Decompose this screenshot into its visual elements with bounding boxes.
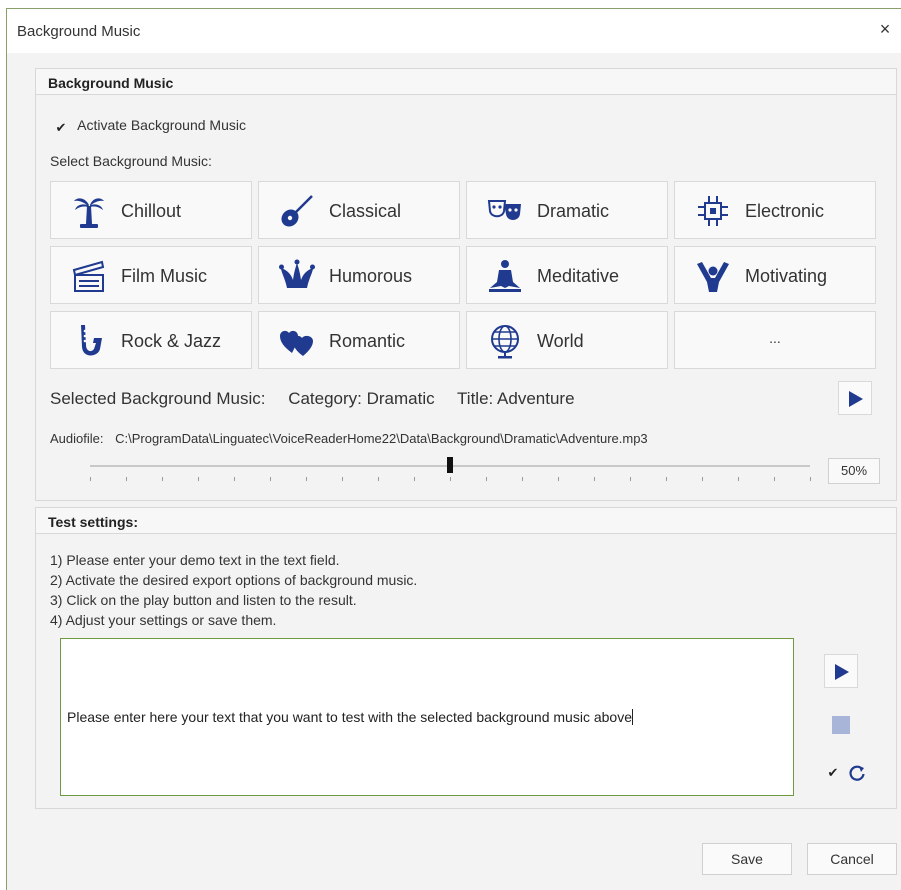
test-stop-button[interactable] (824, 708, 858, 742)
loop-checkbox[interactable]: ✔ (826, 766, 840, 780)
guitar-icon (281, 195, 313, 227)
slider-tick (90, 477, 91, 481)
more-label: ... (769, 330, 781, 346)
demo-text-value: Please enter here your text that you wan… (67, 709, 632, 725)
slider-tick (774, 477, 775, 481)
window-title: Background Music (17, 23, 141, 40)
selected-category: Category: Dramatic (288, 389, 435, 408)
jester-hat-icon (279, 259, 315, 288)
close-icon[interactable]: × (873, 17, 897, 41)
selected-title: Title: Adventure (457, 389, 575, 408)
category-humorous-button[interactable]: Humorous (258, 246, 460, 304)
text-caret (632, 709, 633, 725)
instruction-step: 2) Activate the desired export options o… (50, 572, 418, 588)
play-icon (835, 664, 849, 680)
category-film-music-button[interactable]: Film Music (50, 246, 252, 304)
clapperboard-icon (72, 260, 105, 292)
slider-tick (270, 477, 271, 481)
slider-tick (342, 477, 343, 481)
slider-tick (810, 477, 811, 481)
category-label: Motivating (745, 266, 828, 286)
meditation-icon (489, 260, 521, 292)
slider-tick (702, 477, 703, 481)
play-icon (849, 391, 863, 407)
repeat-icon[interactable] (848, 764, 866, 782)
category-label: Film Music (121, 266, 207, 286)
slider-tick (306, 477, 307, 481)
check-icon: ✔ (55, 120, 67, 135)
slider-tick (198, 477, 199, 481)
select-music-label: Select Background Music: (50, 153, 212, 169)
test-play-button[interactable] (824, 654, 858, 688)
slider-tick (378, 477, 379, 481)
category-label: Meditative (537, 266, 620, 286)
demo-text-field[interactable]: Please enter here your text that you wan… (60, 638, 794, 796)
category-label: Classical (329, 201, 402, 221)
category-meditative-button[interactable]: Meditative (466, 246, 668, 304)
category-grid: Chillout Classical Dramatic Electronic F… (50, 181, 880, 371)
palm-tree-icon (74, 198, 104, 228)
category-label: World (537, 331, 584, 351)
slider-tick (234, 477, 235, 481)
background-music-header: Background Music (36, 69, 896, 95)
category-label: Chillout (121, 201, 182, 221)
test-settings-group: Test settings: 1) Please enter your demo… (35, 507, 897, 809)
audiofile-label: Audiofile: (50, 431, 104, 446)
demo-text-content: Please enter here your text that you wan… (67, 709, 633, 725)
category-label: Romantic (329, 331, 406, 351)
globe-icon (491, 325, 519, 359)
instruction-step: 3) Click on the play button and listen t… (50, 592, 357, 608)
slider-tick (558, 477, 559, 481)
category-label: Electronic (745, 201, 825, 221)
category-label: Dramatic (537, 201, 610, 221)
stop-icon (832, 716, 850, 734)
slider-tick (126, 477, 127, 481)
dialog-window: Background Music × Background Music ✔ Ac… (6, 8, 901, 890)
category-electronic-button[interactable]: Electronic (674, 181, 876, 239)
audiofile-info: Audiofile: C:\ProgramData\Linguatec\Voic… (50, 431, 648, 446)
instruction-step: 4) Adjust your settings or save them. (50, 612, 277, 628)
slider-tick (162, 477, 163, 481)
audiofile-path: C:\ProgramData\Linguatec\VoiceReaderHome… (115, 431, 648, 446)
category-rock-jazz-button[interactable]: Rock & Jazz (50, 311, 252, 369)
circuit-chip-icon (698, 196, 728, 226)
loop-option: ✔ (826, 764, 866, 782)
category-label: Rock & Jazz (121, 331, 222, 351)
slider-tick (630, 477, 631, 481)
category-world-button[interactable]: World (466, 311, 668, 369)
slider-tick (594, 477, 595, 481)
activate-label: Activate Background Music (77, 117, 246, 133)
slider-tick (414, 477, 415, 481)
title-bar: Background Music × (7, 9, 901, 53)
slider-tick (486, 477, 487, 481)
cheering-person-icon (697, 262, 729, 292)
category-more-button[interactable]: ... (674, 311, 876, 369)
slider-tick (666, 477, 667, 481)
selected-music-label: Selected Background Music: (50, 389, 266, 408)
category-dramatic-button[interactable]: Dramatic (466, 181, 668, 239)
volume-slider-thumb[interactable] (447, 457, 453, 473)
activate-background-music-checkbox[interactable]: ✔ Activate Background Music (54, 117, 246, 135)
slider-tick (738, 477, 739, 481)
volume-slider-ticks (90, 477, 811, 483)
category-classical-button[interactable]: Classical (258, 181, 460, 239)
theater-masks-icon (487, 200, 521, 220)
category-chillout-button[interactable]: Chillout (50, 181, 252, 239)
saxophone-icon (81, 325, 102, 356)
category-motivating-button[interactable]: Motivating (674, 246, 876, 304)
instructions-list: 1) Please enter your demo text in the te… (50, 550, 417, 630)
save-button[interactable]: Save (702, 843, 792, 875)
cancel-button[interactable]: Cancel (807, 843, 897, 875)
slider-tick (522, 477, 523, 481)
volume-percent: 50% (828, 458, 880, 484)
instruction-step: 1) Please enter your demo text in the te… (50, 552, 340, 568)
category-label: Humorous (329, 266, 413, 286)
background-music-group: Background Music ✔ Activate Background M… (35, 68, 897, 501)
test-settings-header: Test settings: (36, 508, 896, 534)
category-romantic-button[interactable]: Romantic (258, 311, 460, 369)
hearts-icon (280, 330, 313, 356)
preview-play-button[interactable] (838, 381, 872, 415)
selected-music-info: Selected Background Music: Category: Dra… (50, 389, 593, 409)
slider-tick (450, 477, 451, 481)
